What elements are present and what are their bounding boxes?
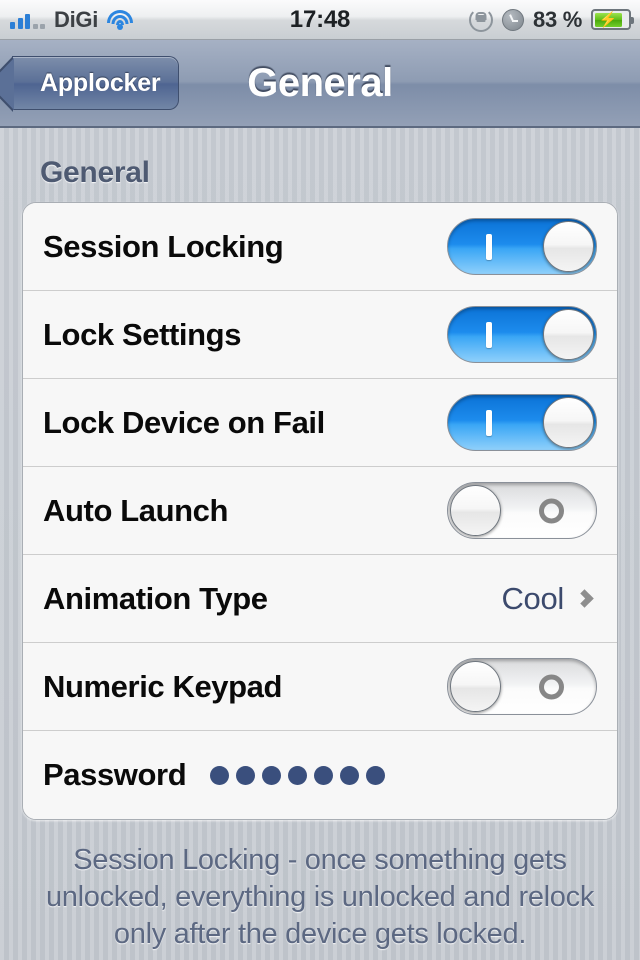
toggle-numeric-keypad[interactable] [447,658,597,715]
toggle-knob [543,309,594,360]
table-row[interactable]: Lock Device on Fail [23,379,617,467]
password-dot [236,765,256,785]
toggle-knob [543,221,594,272]
password-dot [314,765,334,785]
table-row[interactable]: Session Locking [23,203,617,291]
battery-icon: ⚡ [591,9,634,30]
password-dot [288,765,308,785]
settings-table-group: Session Locking Lock Settings Lock Devic… [22,202,618,820]
charging-bolt-icon: ⚡ [598,11,618,28]
password-dot [210,765,230,785]
table-row-animation-type[interactable]: Animation Type Cool [23,555,617,643]
toggle-on-mark [486,321,492,348]
back-button-label: Applocker [40,68,161,97]
row-control [447,218,597,275]
password-dot [366,765,386,785]
row-label-lock-settings: Lock Settings [43,316,242,352]
row-label-auto-launch: Auto Launch [43,492,229,528]
row-control [447,658,597,715]
back-button-applocker[interactable]: Applocker [0,56,180,112]
alarm-clock-icon [502,8,525,31]
password-dot [262,765,282,785]
toggle-on-mark [486,409,492,436]
toggle-auto-launch[interactable] [447,482,597,539]
toggle-knob [450,661,501,712]
toggle-on-mark [486,233,492,260]
row-control [447,306,597,363]
chevron-right-icon [575,589,594,608]
row-value-animation-type: Cool [501,580,564,616]
clock-time: 17:48 [289,5,351,33]
status-bar: DiGi 17:48 83 % ⚡ [0,0,640,40]
table-row[interactable]: Auto Launch [23,467,617,555]
row-label-password: Password [43,757,187,792]
toggle-knob [543,397,594,448]
toggle-lock-device-on-fail[interactable] [447,394,597,451]
rotation-lock-icon [469,7,494,32]
battery-fill: ⚡ [594,11,622,28]
row-label-lock-device-on-fail: Lock Device on Fail [43,404,325,440]
settings-content: General Session Locking Lock Settings Lo… [0,128,640,960]
password-dot [340,765,360,785]
section-header-general: General [40,156,150,189]
password-field[interactable] [186,765,597,785]
footer-description: Session Locking - once something gets un… [45,844,595,951]
row-label-animation-type: Animation Type [43,580,268,616]
toggle-lock-settings[interactable] [447,306,597,363]
toggle-off-mark [539,498,564,523]
table-row-password[interactable]: Password [23,731,617,819]
row-control [447,482,597,539]
table-row[interactable]: Lock Settings [23,291,617,379]
toggle-session-locking[interactable] [447,218,597,275]
table-row[interactable]: Numeric Keypad [23,643,617,731]
row-label-numeric-keypad: Numeric Keypad [43,668,283,704]
row-control: Cool [501,581,597,617]
navigation-bar: Applocker General [0,40,640,128]
row-control [447,394,597,451]
toggle-knob [450,485,501,536]
row-label-session-locking: Session Locking [43,228,284,264]
toggle-off-mark [539,674,564,699]
